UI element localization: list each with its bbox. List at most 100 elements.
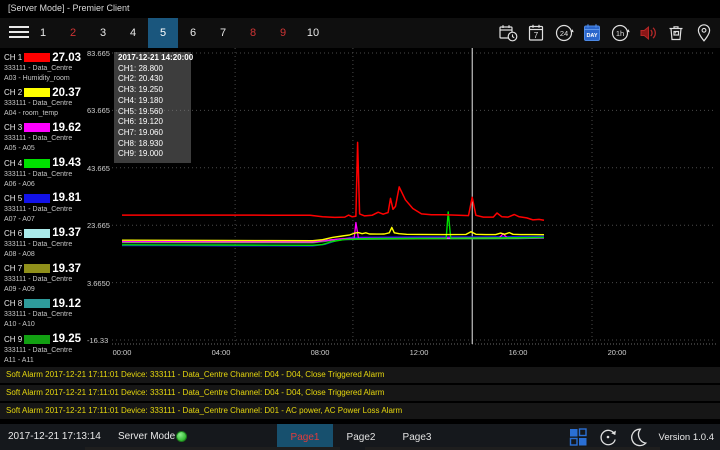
page-number-6[interactable]: 6 bbox=[178, 18, 208, 48]
channel-point: A08 - A08 bbox=[4, 250, 86, 260]
channel-item-2[interactable]: CH 2 20.37333111 - Data_CentreA04 - room_… bbox=[0, 86, 86, 121]
device-location-icon[interactable] bbox=[693, 22, 715, 44]
channel-item-3[interactable]: CH 3 19.62333111 - Data_CentreA05 - A05 bbox=[0, 121, 86, 156]
channel-color-swatch bbox=[24, 264, 50, 273]
channel-point: A05 - A05 bbox=[4, 144, 86, 154]
channel-color-swatch bbox=[24, 53, 50, 62]
channel-value: 20.37 bbox=[50, 87, 86, 99]
tooltip-row: CH6: 19.120 bbox=[118, 117, 191, 128]
page-number-10[interactable]: 10 bbox=[298, 18, 328, 48]
y-tick-label: 43.665 bbox=[87, 164, 110, 173]
channel-id: CH 8 bbox=[4, 299, 24, 308]
channel-device: 333111 - Data_Centre bbox=[4, 240, 86, 250]
tooltip-row: CH5: 19.560 bbox=[118, 107, 191, 118]
channel-item-6[interactable]: CH 619.37333111 - Data_CentreA08 - A08 bbox=[0, 227, 86, 262]
tooltip-row: CH9: 19.000 bbox=[118, 149, 191, 160]
menu-icon[interactable] bbox=[9, 26, 29, 40]
channel-device: 333111 - Data_Centre bbox=[4, 275, 86, 285]
channel-color-swatch bbox=[24, 229, 50, 238]
tooltip-row: CH1: 28.800 bbox=[118, 64, 191, 75]
version-label: Version 1.0.4 bbox=[659, 432, 714, 443]
range-1h-icon[interactable]: 1h bbox=[609, 22, 631, 44]
x-tick-label: 12:00 bbox=[410, 348, 429, 357]
clear-chart-icon[interactable] bbox=[665, 22, 687, 44]
range-24h-icon[interactable]: 24 bbox=[553, 22, 575, 44]
channel-id: CH 9 bbox=[4, 335, 24, 344]
range-24h-label: 24 bbox=[560, 29, 568, 38]
channel-value: 19.81 bbox=[50, 192, 86, 204]
alarm-message[interactable]: Soft Alarm 2017-12-21 17:11:01 Device: 3… bbox=[0, 385, 720, 401]
range-day-icon[interactable]: DAY bbox=[581, 22, 603, 44]
page-number-1[interactable]: 1 bbox=[28, 18, 58, 48]
channel-color-swatch bbox=[24, 299, 50, 308]
alarm-message[interactable]: Soft Alarm 2017-12-21 17:11:01 Device: 3… bbox=[0, 403, 720, 419]
page-number-4[interactable]: 4 bbox=[118, 18, 148, 48]
channel-point: A04 - room_temp bbox=[4, 109, 86, 119]
title-bar: [Server Mode] - Premier Client bbox=[0, 0, 720, 18]
channel-item-7[interactable]: CH 719.37333111 - Data_CentreA09 - A09 bbox=[0, 262, 86, 297]
channel-id: CH 4 bbox=[4, 159, 24, 168]
channel-color-swatch bbox=[24, 159, 50, 168]
connection-status-indicator bbox=[176, 431, 187, 442]
channel-device: 333111 - Data_Centre bbox=[4, 346, 86, 356]
channel-id: CH 5 bbox=[4, 194, 24, 203]
chart-tooltip: 2017-12-21 14:20:00 CH1: 28.800CH2: 20.4… bbox=[114, 52, 191, 163]
channel-id: CH 2 bbox=[4, 88, 24, 97]
channel-value: 19.12 bbox=[50, 298, 86, 310]
channel-sidebar: CH 127.03333111 - Data_CentreA03 - Humid… bbox=[0, 51, 86, 368]
channel-id: CH 6 bbox=[4, 229, 24, 238]
channel-device: 333111 - Data_Centre bbox=[4, 205, 86, 215]
channel-item-1[interactable]: CH 127.03333111 - Data_CentreA03 - Humid… bbox=[0, 51, 86, 86]
page-number-7[interactable]: 7 bbox=[208, 18, 238, 48]
channel-point: A03 - Humidity_room bbox=[4, 74, 86, 84]
server-mode-label: Server Mode bbox=[118, 431, 175, 442]
channel-color-swatch bbox=[24, 335, 50, 344]
page-number-3[interactable]: 3 bbox=[88, 18, 118, 48]
page-number-8[interactable]: 8 bbox=[238, 18, 268, 48]
channel-item-5[interactable]: CH 519.81333111 - Data_CentreA07 - A07 bbox=[0, 192, 86, 227]
tooltip-row: CH7: 19.060 bbox=[118, 128, 191, 139]
channel-value: 19.37 bbox=[50, 263, 86, 275]
history-schedule-icon[interactable] bbox=[497, 22, 519, 44]
channel-device: 333111 - Data_Centre bbox=[4, 310, 86, 320]
channel-device: 333111 - Data_Centre bbox=[4, 99, 86, 109]
channel-device: 333111 - Data_Centre bbox=[4, 170, 86, 180]
toolbar-icons: 7 24 DAY 1h bbox=[497, 22, 715, 44]
channel-value: 19.62 bbox=[50, 122, 86, 134]
calendar-week-label: 7 bbox=[534, 31, 539, 40]
page-number-5[interactable]: 5 bbox=[148, 18, 178, 48]
tooltip-row: CH8: 18.930 bbox=[118, 139, 191, 150]
page-number-9[interactable]: 9 bbox=[268, 18, 298, 48]
status-timestamp: 2017-12-21 17:13:14 bbox=[8, 431, 101, 442]
channel-color-swatch bbox=[24, 194, 50, 203]
x-tick-label: 16:00 bbox=[509, 348, 528, 357]
channel-item-4[interactable]: CH 419.43333111 - Data_CentreA06 - A06 bbox=[0, 157, 86, 192]
x-axis: 00:0004:0008:0012:0016:0020:00 bbox=[112, 348, 716, 361]
channel-id: CH 3 bbox=[4, 123, 24, 132]
channel-item-8[interactable]: CH 819.12333111 - Data_CentreA10 - A10 bbox=[0, 297, 86, 332]
channel-point: A06 - A06 bbox=[4, 180, 86, 190]
alarm-sound-icon[interactable] bbox=[637, 22, 659, 44]
channel-device: 333111 - Data_Centre bbox=[4, 134, 86, 144]
trend-chart[interactable]: 2017-12-21 14:20:00 CH1: 28.800CH2: 20.4… bbox=[112, 48, 716, 348]
range-1h-label: 1h bbox=[616, 29, 624, 38]
night-mode-icon[interactable] bbox=[627, 426, 649, 448]
tooltip-row: CH3: 19.250 bbox=[118, 85, 191, 96]
range-day-label: DAY bbox=[586, 33, 597, 39]
channel-point: A11 - A11 bbox=[4, 356, 86, 366]
page-number-2[interactable]: 2 bbox=[58, 18, 88, 48]
x-tick-label: 08:00 bbox=[311, 348, 330, 357]
channel-item-9[interactable]: CH 919.25333111 - Data_CentreA11 - A11 bbox=[0, 333, 86, 368]
calendar-week-icon[interactable]: 7 bbox=[525, 22, 547, 44]
alarm-message[interactable]: Soft Alarm 2017-12-21 17:11:01 Device: 3… bbox=[0, 367, 720, 383]
y-tick-label: 23.665 bbox=[87, 221, 110, 230]
x-tick-label: 00:00 bbox=[113, 348, 132, 357]
sync-icon[interactable] bbox=[597, 426, 619, 448]
page-number-strip: 12345678910 bbox=[28, 18, 328, 48]
chart-svg bbox=[112, 48, 716, 348]
y-tick-label: 83.665 bbox=[87, 49, 110, 58]
layout-switch-icon[interactable] bbox=[567, 426, 589, 448]
channel-id: CH 1 bbox=[4, 53, 24, 62]
y-tick-label: 3.6650 bbox=[87, 279, 110, 288]
channel-device: 333111 - Data_Centre bbox=[4, 64, 86, 74]
